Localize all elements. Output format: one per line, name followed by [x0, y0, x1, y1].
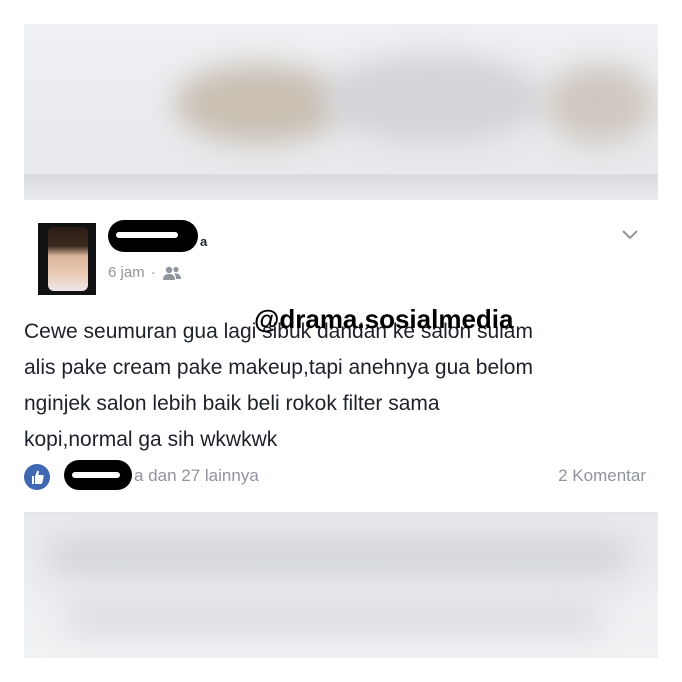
- watermark: @drama.sosialmedia: [254, 304, 514, 334]
- post-meta: 6 jam ·: [108, 264, 182, 281]
- censored-author-name: [108, 220, 198, 252]
- likes-summary[interactable]: a dan 27 lainnya: [134, 466, 259, 486]
- avatar[interactable]: [38, 223, 96, 295]
- screenshot-frame: a 6 jam · Cewe seumuran gua lagi sibuk d…: [24, 24, 658, 658]
- blurred-previous-post: [24, 24, 658, 174]
- comments-count[interactable]: 2 Komentar: [558, 466, 646, 486]
- chevron-down-icon[interactable]: [620, 226, 640, 242]
- blurred-next-post: [24, 516, 658, 658]
- censored-liker-name: [64, 460, 132, 490]
- post-text: Cewe seumuran gua lagi sibuk dandan ke s…: [24, 320, 533, 451]
- feed-separator: [24, 174, 658, 200]
- post-timestamp[interactable]: 6 jam: [108, 264, 145, 281]
- meta-separator: ·: [150, 264, 156, 281]
- author-name-fragment[interactable]: a: [200, 234, 207, 249]
- like-icon[interactable]: [24, 464, 50, 490]
- facebook-post: a 6 jam · Cewe seumuran gua lagi sibuk d…: [24, 200, 658, 516]
- friends-icon: [162, 266, 181, 280]
- profile-photo: [48, 227, 88, 291]
- reaction-bar: a dan 27 lainnya 2 Komentar: [24, 458, 658, 498]
